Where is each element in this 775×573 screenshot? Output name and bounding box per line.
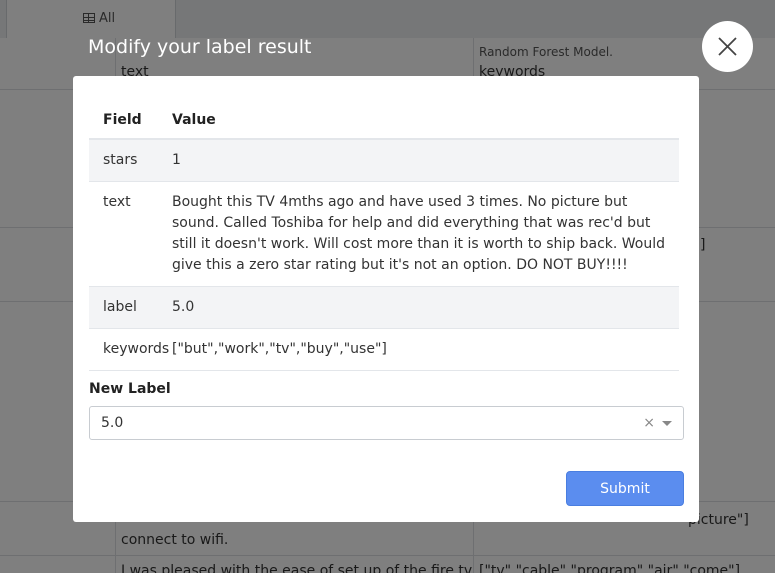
field-keywords: keywords xyxy=(103,341,170,357)
row-stars: stars 1 xyxy=(89,140,679,182)
field-label: label xyxy=(103,299,137,315)
value-keywords: ["but","work","tv","buy","use"] xyxy=(172,341,387,357)
new-label-heading: New Label xyxy=(89,381,171,397)
label-modal: Field Value stars 1 text Bought this TV … xyxy=(73,76,699,522)
close-button[interactable] xyxy=(702,21,753,72)
header-field: Field xyxy=(103,112,142,128)
row-keywords: keywords ["but","work","tv","buy","use"] xyxy=(89,329,679,371)
new-label-select[interactable]: 5.0 × xyxy=(89,406,684,440)
field-value-table: Field Value stars 1 text Bought this TV … xyxy=(89,102,679,371)
modal-title: Modify your label result xyxy=(88,36,312,58)
submit-button[interactable]: Submit xyxy=(566,471,684,506)
chevron-down-icon[interactable] xyxy=(662,421,672,426)
row-text: text Bought this TV 4mths ago and have u… xyxy=(89,182,679,287)
value-stars: 1 xyxy=(172,152,181,168)
row-label: label 5.0 xyxy=(89,287,679,329)
field-text: text xyxy=(103,194,131,210)
table-header: Field Value xyxy=(89,102,679,140)
close-icon xyxy=(718,37,737,56)
clear-icon[interactable]: × xyxy=(643,415,655,431)
value-label: 5.0 xyxy=(172,299,195,315)
value-text: Bought this TV 4mths ago and have used 3… xyxy=(172,194,666,273)
field-stars: stars xyxy=(103,152,138,168)
new-label-selected-value: 5.0 xyxy=(101,415,124,431)
header-value: Value xyxy=(172,112,216,128)
